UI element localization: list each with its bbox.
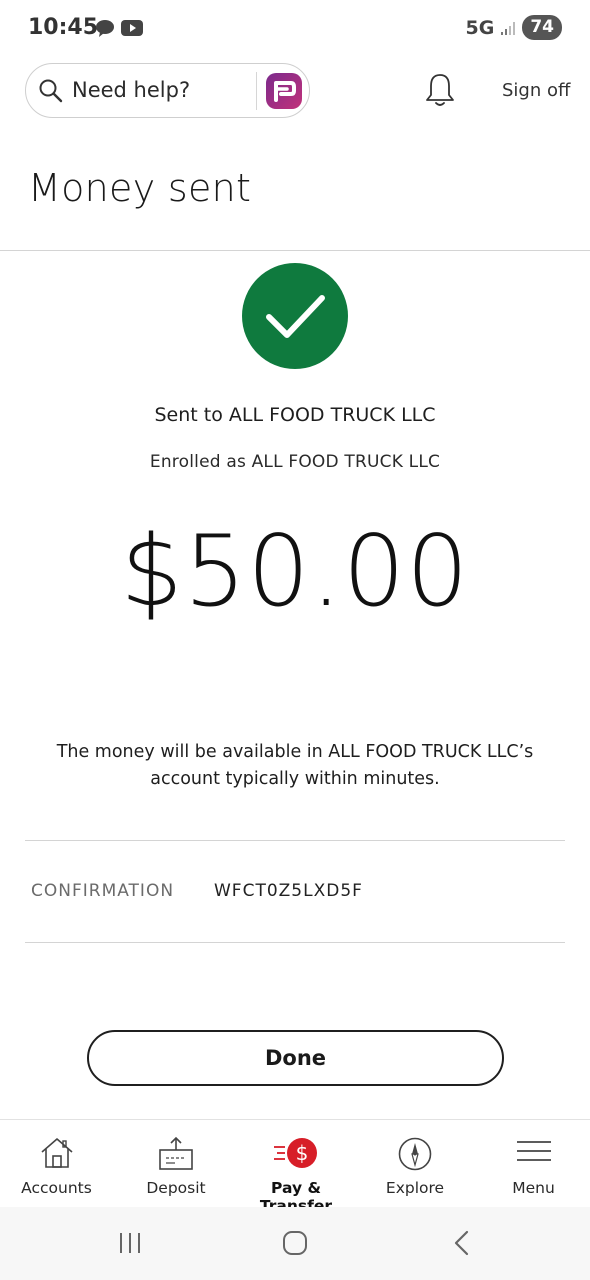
amount-sent: $50.00: [120, 515, 470, 629]
nav-explore-label: Explore: [385, 1179, 445, 1197]
deposit-icon: [159, 1136, 193, 1170]
nav-accounts-label: Accounts: [21, 1179, 92, 1197]
help-search-label: Need help?: [72, 78, 191, 102]
youtube-icon: [121, 20, 143, 36]
availability-message: The money will be available in ALL FOOD …: [30, 739, 560, 793]
fargo-assistant-icon[interactable]: [266, 73, 302, 109]
search-divider: [256, 72, 257, 110]
help-search-bar[interactable]: Need help?: [25, 63, 310, 118]
nav-menu[interactable]: Menu: [477, 1120, 590, 1208]
availability-line-1: The money will be available in ALL FOOD …: [56, 742, 534, 762]
status-right: 5G 74: [465, 15, 562, 40]
nav-explore[interactable]: Explore: [358, 1120, 472, 1208]
status-time: 10:45: [28, 15, 99, 40]
success-checkmark-icon: [242, 263, 348, 369]
confirmation-label: CONFIRMATION: [31, 881, 175, 901]
nav-deposit-label: Deposit: [146, 1179, 206, 1197]
battery-indicator: 74: [522, 15, 562, 40]
enrolled-as-text: Enrolled as ALL FOOD TRUCK LLC: [149, 452, 441, 472]
system-nav-bar: [0, 1207, 590, 1280]
recipient-text: Sent to ALL FOOD TRUCK LLC: [154, 404, 436, 426]
compass-icon: [398, 1137, 432, 1171]
nav-deposit[interactable]: Deposit: [118, 1120, 234, 1208]
pay-transfer-icon: $: [274, 1138, 317, 1168]
network-label: 5G: [465, 16, 495, 39]
home-icon: [40, 1138, 73, 1168]
nav-pay-transfer[interactable]: $ Pay & Transfer: [236, 1120, 356, 1215]
sign-off-link[interactable]: Sign off: [502, 80, 570, 101]
notification-icons: [95, 18, 143, 38]
home-button-icon[interactable]: [281, 1229, 309, 1257]
header-divider: [0, 250, 590, 251]
done-button[interactable]: Done: [87, 1030, 504, 1086]
status-bar: 10:45 5G 74: [0, 0, 590, 58]
nav-accounts[interactable]: Accounts: [0, 1120, 113, 1208]
menu-icon: [516, 1141, 551, 1161]
bottom-nav: Accounts Deposit $ Pay & Transfer Explor…: [0, 1119, 590, 1215]
page-title: Money sent: [28, 166, 252, 210]
search-icon: [39, 79, 63, 103]
bell-icon[interactable]: [424, 72, 456, 108]
confirmation-top-divider: [25, 840, 565, 841]
signal-icon: [501, 21, 516, 35]
availability-line-2: account typically within minutes.: [150, 769, 440, 789]
confirmation-number: WFCT0Z5LXD5F: [214, 881, 363, 901]
back-icon[interactable]: [448, 1229, 476, 1257]
svg-text:$: $: [296, 1141, 309, 1165]
chat-bubble-icon: [96, 20, 114, 37]
recent-apps-icon[interactable]: [116, 1229, 144, 1257]
nav-menu-label: Menu: [512, 1179, 555, 1197]
confirmation-bottom-divider: [25, 942, 565, 943]
